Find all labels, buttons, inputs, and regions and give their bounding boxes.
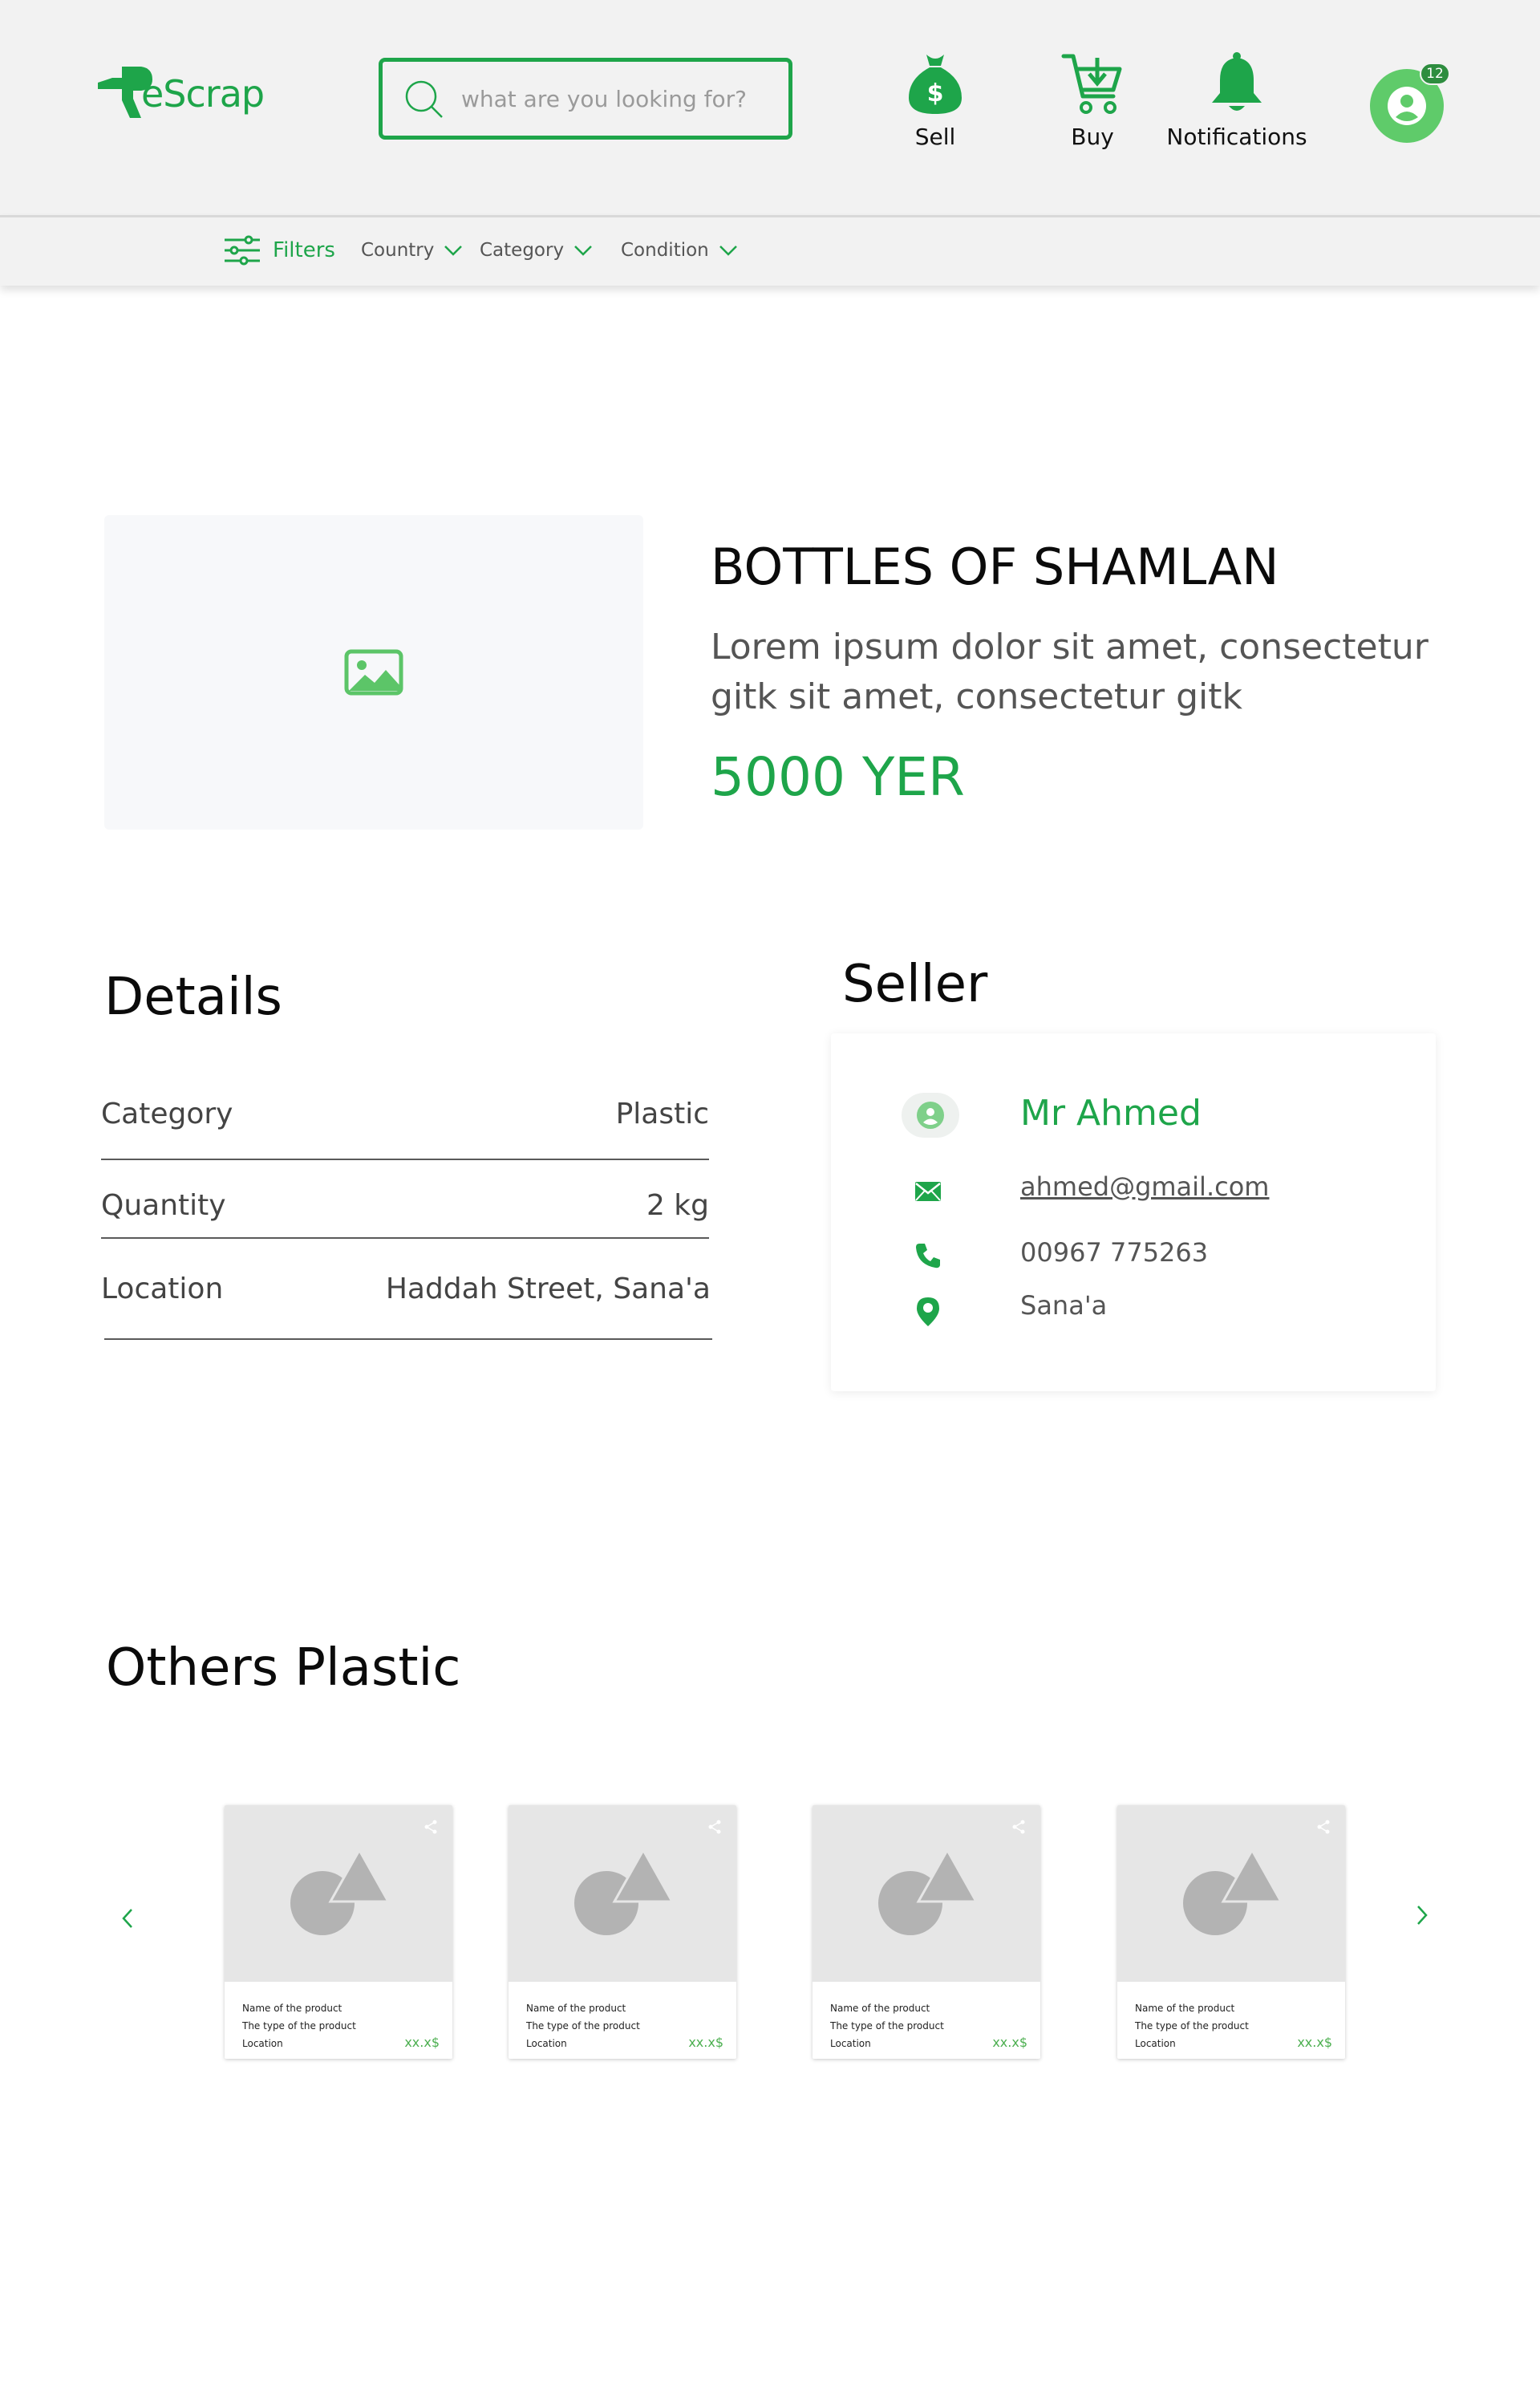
divider: [101, 1159, 709, 1160]
user-icon: [917, 1102, 944, 1129]
card-info: Name of the product The type of the prod…: [1135, 1999, 1249, 2052]
user-icon: [1388, 87, 1426, 125]
top-header: eScrap what are you looking for? $ Sell …: [0, 0, 1540, 215]
seller-email[interactable]: ahmed@gmail.com: [1020, 1171, 1269, 1202]
divider: [101, 1237, 709, 1239]
buy-label: Buy: [1071, 124, 1114, 150]
divider: [104, 1338, 712, 1340]
card-price: xx.x$: [688, 2035, 723, 2050]
placeholder-shapes-icon: [574, 1850, 672, 1935]
buy-button[interactable]: Buy: [1012, 51, 1173, 150]
detail-label: Quantity: [101, 1189, 226, 1222]
card-location: Location: [1135, 2038, 1176, 2049]
category-label: Category: [480, 240, 565, 261]
country-dropdown[interactable]: Country: [361, 240, 463, 261]
filters-button[interactable]: Filters: [223, 235, 335, 266]
chevron-left-icon[interactable]: [120, 1906, 135, 1930]
mail-icon: [915, 1182, 941, 1201]
notifications-button[interactable]: Notifications: [1157, 51, 1317, 150]
chevron-right-icon[interactable]: [1415, 1903, 1429, 1927]
placeholder-shapes-icon: [878, 1850, 976, 1935]
condition-dropdown[interactable]: Condition: [621, 240, 738, 261]
chevron-down-icon: [444, 246, 463, 256]
card-thumbnail: [509, 1805, 736, 1982]
search-input[interactable]: what are you looking for?: [461, 86, 747, 112]
country-label: Country: [361, 240, 435, 261]
svg-text:$: $: [927, 79, 944, 108]
product-image: [104, 515, 643, 830]
detail-row-location: Location Haddah Street, Sana'a: [101, 1273, 711, 1305]
card-name: Name of the product: [526, 2003, 626, 2014]
card-info: Name of the product The type of the prod…: [830, 1999, 944, 2052]
bell-icon: [1212, 52, 1262, 111]
seller-phone[interactable]: 00967 775263: [1020, 1237, 1208, 1268]
seller-avatar: [902, 1093, 959, 1138]
details-title: Details: [104, 968, 282, 1027]
image-placeholder-icon: [344, 649, 403, 696]
logo[interactable]: eScrap: [95, 58, 271, 130]
seller-card: Mr Ahmed ahmed@gmail.com 00967 775263 Sa…: [831, 1033, 1436, 1391]
search-icon: [405, 80, 443, 118]
card-thumbnail: [225, 1805, 452, 1982]
cart-icon: [1061, 54, 1122, 114]
logo-text: eScrap: [141, 72, 265, 116]
notification-badge: 12: [1420, 63, 1450, 85]
seller-city: Sana'a: [1020, 1290, 1108, 1321]
product-card[interactable]: Name of the product The type of the prod…: [813, 1805, 1040, 2059]
sell-label: Sell: [914, 124, 956, 150]
card-price: xx.x$: [1297, 2035, 1332, 2050]
location-pin-icon: [917, 1297, 939, 1326]
product-card[interactable]: Name of the product The type of the prod…: [509, 1805, 736, 2059]
share-icon[interactable]: [707, 1820, 722, 1834]
filters-label: Filters: [273, 238, 335, 262]
card-type: The type of the product: [526, 2020, 640, 2032]
card-type: The type of the product: [830, 2020, 944, 2032]
detail-value: Plastic: [615, 1098, 709, 1130]
sell-button[interactable]: $ Sell: [855, 51, 1015, 150]
detail-value: Haddah Street, Sana'a: [385, 1273, 711, 1305]
card-type: The type of the product: [242, 2020, 356, 2032]
card-location: Location: [526, 2038, 567, 2049]
seller-name: Mr Ahmed: [1020, 1093, 1202, 1134]
detail-label: Category: [101, 1098, 233, 1130]
share-icon[interactable]: [1011, 1820, 1026, 1834]
card-info: Name of the product The type of the prod…: [242, 1999, 356, 2052]
card-thumbnail: [813, 1805, 1040, 1982]
money-bag-icon: $: [909, 55, 962, 114]
card-name: Name of the product: [830, 2003, 930, 2014]
card-name: Name of the product: [1135, 2003, 1235, 2014]
notifications-label: Notifications: [1166, 124, 1307, 150]
detail-row-category: Category Plastic: [101, 1098, 709, 1130]
phone-icon: [916, 1244, 940, 1268]
placeholder-shapes-icon: [1183, 1850, 1281, 1935]
product-card[interactable]: Name of the product The type of the prod…: [225, 1805, 452, 2059]
chevron-down-icon: [574, 246, 592, 256]
card-thumbnail: [1117, 1805, 1345, 1982]
product-description: Lorem ipsum dolor sit amet, consectetur …: [711, 627, 1429, 717]
sliders-icon: [225, 235, 260, 266]
product-title: BOTTLES OF SHAMLAN: [711, 538, 1279, 596]
card-name: Name of the product: [242, 2003, 342, 2014]
card-price: xx.x$: [992, 2035, 1027, 2050]
card-location: Location: [830, 2038, 871, 2049]
share-icon[interactable]: [1316, 1820, 1331, 1834]
seller-title: Seller: [842, 955, 988, 1014]
card-location: Location: [242, 2038, 283, 2049]
product-price: 5000 YER: [711, 746, 965, 808]
detail-row-quantity: Quantity 2 kg: [101, 1189, 709, 1222]
chevron-down-icon: [719, 246, 737, 256]
card-info: Name of the product The type of the prod…: [526, 1999, 640, 2052]
card-type: The type of the product: [1135, 2020, 1249, 2032]
product-card[interactable]: Name of the product The type of the prod…: [1117, 1805, 1345, 2059]
condition-label: Condition: [621, 240, 709, 261]
filter-bar: Filters Country Category Condition: [0, 215, 1540, 286]
detail-label: Location: [101, 1273, 224, 1305]
others-title: Others Plastic: [106, 1638, 461, 1698]
card-price: xx.x$: [404, 2035, 440, 2050]
detail-value: 2 kg: [646, 1189, 709, 1222]
search-box[interactable]: what are you looking for?: [379, 58, 792, 140]
placeholder-shapes-icon: [290, 1850, 388, 1935]
category-dropdown[interactable]: Category: [480, 240, 593, 261]
share-icon[interactable]: [424, 1820, 438, 1834]
